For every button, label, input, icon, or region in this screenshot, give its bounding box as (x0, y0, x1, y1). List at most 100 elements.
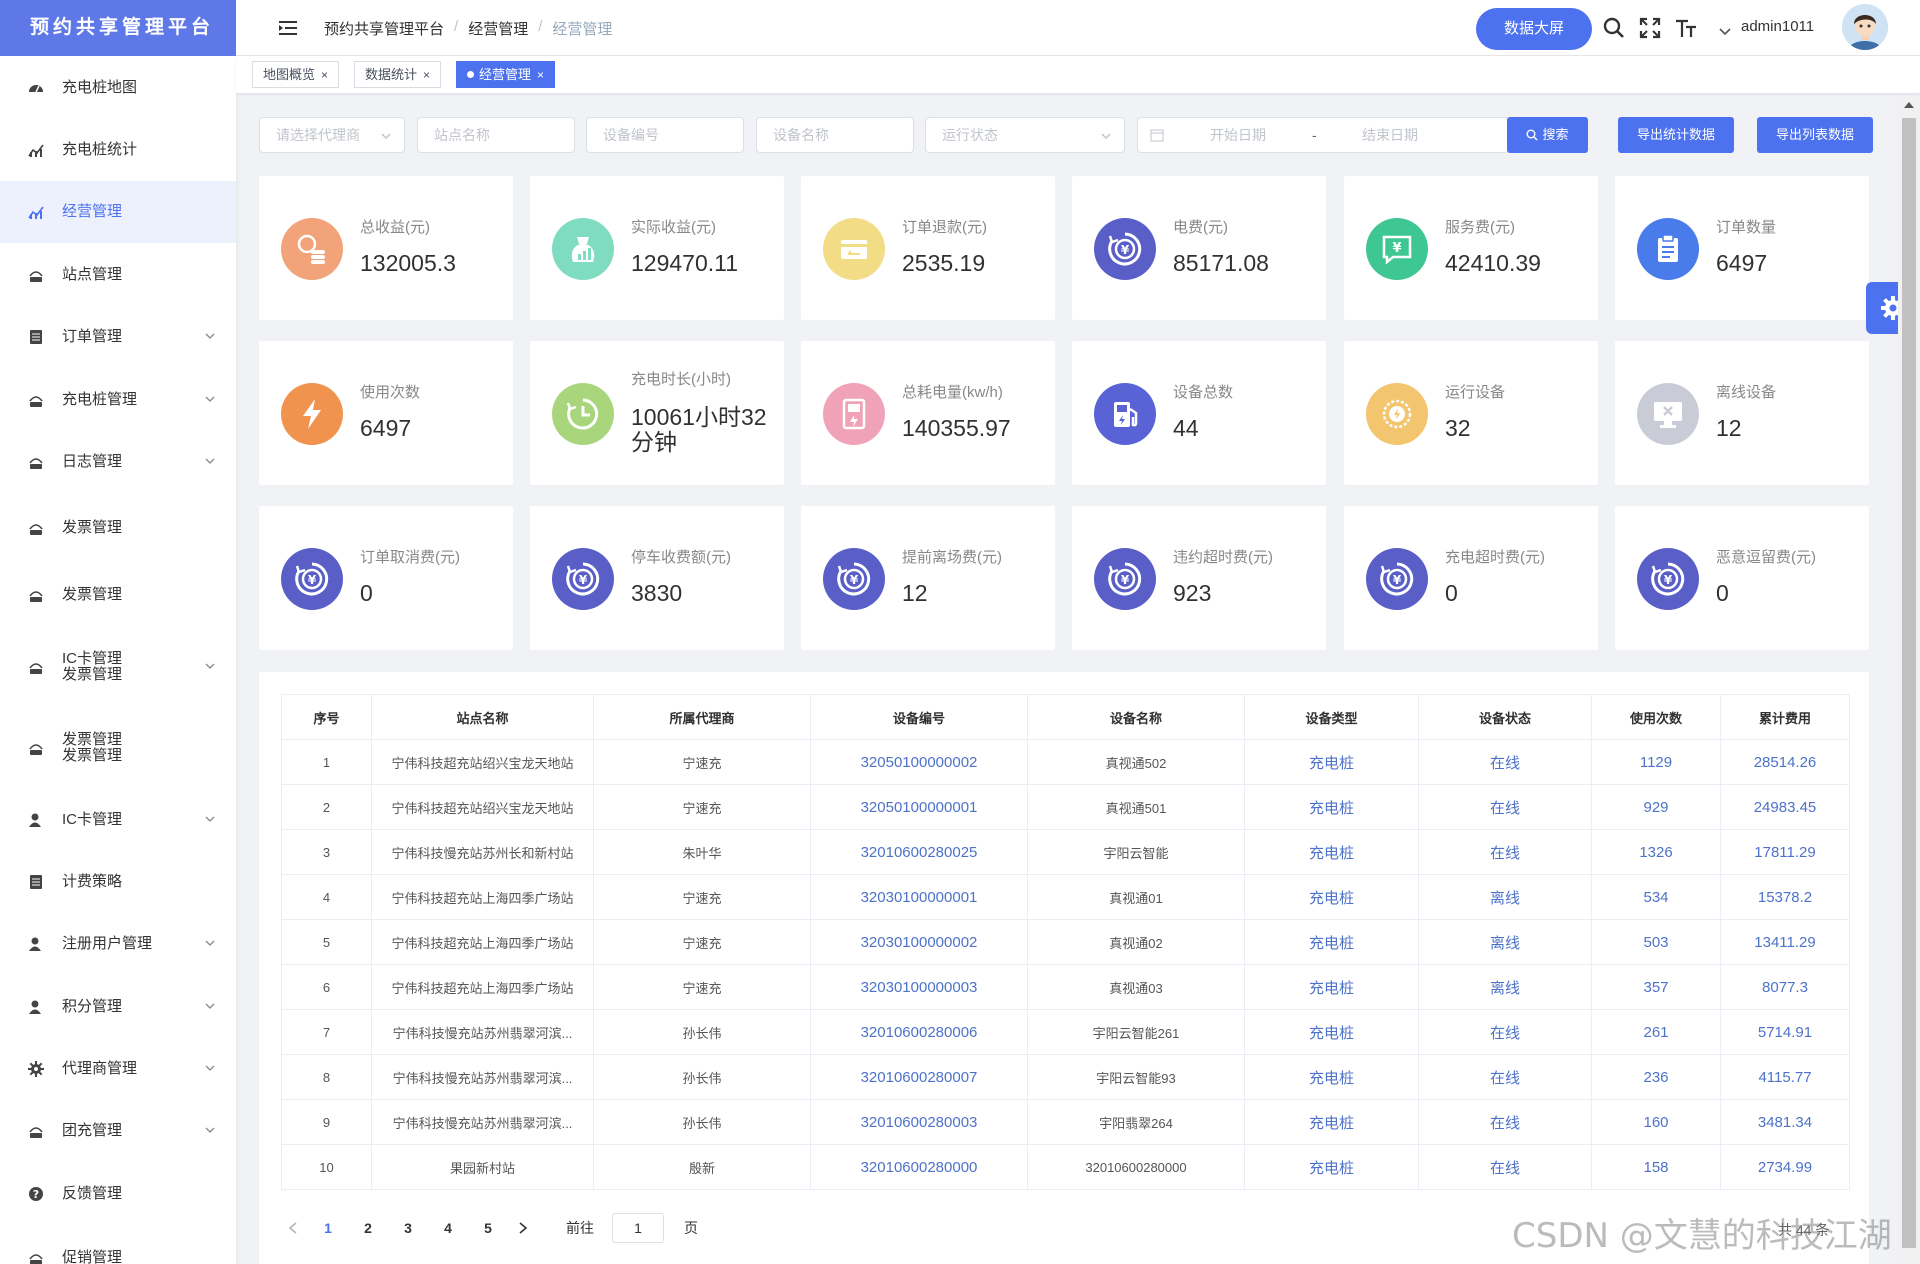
page-3[interactable]: 3 (388, 1220, 428, 1236)
table-cell[interactable]: 32030100000001 (810, 874, 1028, 920)
table-row[interactable]: 9 宁伟科技慢充站苏州翡翠河滨... 孙长伟 32010600280003 宇阳翡翠26… (281, 1099, 1850, 1145)
station-icon (28, 454, 44, 470)
menu-fold-icon[interactable] (278, 18, 298, 38)
breadcrumb-section[interactable]: 经营管理 (468, 18, 528, 39)
yen-coin-icon: ¥ (1366, 548, 1428, 610)
yen-coin-icon: ¥ (281, 548, 343, 610)
close-icon[interactable]: × (321, 68, 328, 82)
table-row[interactable]: 6 宁伟科技超充站上海四季广场站 宁速充 32030100000003 真视通03 充电桩… (281, 964, 1850, 1010)
table-cell: 真视通02 (1027, 919, 1245, 965)
sidebar-item[interactable]: IC卡管理 (0, 789, 236, 851)
avatar[interactable] (1842, 4, 1888, 50)
chevron-down-icon (205, 396, 215, 402)
sidebar-item[interactable]: 站点管理 (0, 244, 236, 306)
table-cell[interactable]: 32030100000002 (810, 919, 1028, 965)
start-date-input[interactable]: 开始日期 (1210, 118, 1266, 152)
search-button[interactable]: 搜索 (1507, 117, 1588, 153)
lightning-icon (281, 383, 343, 445)
page-2[interactable]: 2 (348, 1220, 388, 1236)
chevron-down-icon[interactable] (1718, 20, 1732, 44)
scrollbar-thumb[interactable] (1902, 118, 1916, 1248)
sidebar-item[interactable]: 经营管理 (0, 181, 236, 243)
sidebar-item[interactable]: 发票管理 发票管理 (0, 717, 236, 779)
tab-business-management[interactable]: 经营管理 × (456, 61, 556, 88)
stat-label: 订单退款(元) (902, 219, 987, 236)
table-row[interactable]: 10 果园新村站 殷新 32010600280000 32010600280000 充电桩… (281, 1144, 1850, 1190)
table-cell: 宇阳云智能93 (1027, 1054, 1245, 1100)
end-date-input[interactable]: 结束日期 (1362, 118, 1418, 152)
table-cell: 离线 (1418, 874, 1592, 920)
table-row[interactable]: 5 宁伟科技超充站上海四季广场站 宁速充 32030100000002 真视通02 充电桩… (281, 919, 1850, 965)
sidebar-item[interactable]: 代理商管理 (0, 1038, 236, 1100)
chevron-left-icon[interactable] (280, 1221, 308, 1235)
stat-card: ¥ 电费(元) 85171.08 (1072, 176, 1326, 320)
table-cell[interactable]: 32050100000002 (810, 739, 1028, 785)
sidebar-item[interactable]: 计费策略 (0, 851, 236, 913)
page-scrollbar[interactable] (1898, 96, 1920, 1264)
table-cell[interactable]: 32030100000003 (810, 964, 1028, 1010)
sidebar-item[interactable]: 订单管理 (0, 306, 236, 368)
date-range-picker[interactable]: 开始日期 - 结束日期 (1137, 117, 1509, 153)
table-cell[interactable]: 32010600280003 (810, 1099, 1028, 1145)
stat-value: 129470.11 (631, 250, 739, 276)
breadcrumb-current: 经营管理 (552, 21, 613, 38)
sidebar-item[interactable]: 充电桩地图 (0, 57, 236, 119)
sidebar-item[interactable]: 发票管理 (0, 564, 236, 626)
user-name[interactable]: admin1011 (1741, 18, 1814, 35)
table-row[interactable]: 4 宁伟科技超充站上海四季广场站 宁速充 32030100000001 真视通01 充电桩… (281, 874, 1850, 920)
sidebar-item-label: 发票管理 (62, 519, 123, 536)
stat-card: ¥ 违约超时费(元) 923 (1072, 506, 1326, 650)
chevron-down-icon (1101, 133, 1111, 140)
stat-value: 42410.39 (1445, 250, 1541, 276)
sidebar-item[interactable]: 促销管理 (0, 1227, 236, 1264)
close-icon[interactable]: × (537, 68, 544, 82)
table-cell: 宁速充 (593, 919, 811, 965)
agent-select[interactable]: 请选择代理商 (259, 117, 405, 153)
table-cell[interactable]: 32010600280006 (810, 1009, 1028, 1055)
page-4[interactable]: 4 (428, 1220, 468, 1236)
sidebar-item[interactable]: 积分管理 (0, 976, 236, 1038)
run-status-select[interactable]: 运行状态 (925, 117, 1125, 153)
font-size-icon[interactable] (1674, 16, 1698, 40)
close-icon[interactable]: × (423, 68, 430, 82)
fullscreen-icon[interactable] (1638, 16, 1662, 40)
page-5[interactable]: 5 (468, 1220, 508, 1236)
station-name-input[interactable]: 站点名称 (417, 117, 575, 153)
sidebar-item[interactable]: 团充管理 (0, 1100, 236, 1162)
sidebar-item[interactable]: 充电桩统计 (0, 119, 236, 181)
table-row[interactable]: 3 宁伟科技慢充站苏州长和新村站 朱叶华 32010600280025 宇阳云智能 充电桩… (281, 829, 1850, 875)
svg-text:¥: ¥ (308, 573, 317, 587)
table-row[interactable]: 2 宁伟科技超充站绍兴宝龙天地站 宁速充 32050100000001 真视通501 充电… (281, 784, 1850, 830)
table-row[interactable]: 8 宁伟科技慢充站苏州翡翠河滨... 孙长伟 32010600280007 宇阳云智能9… (281, 1054, 1850, 1100)
sidebar-item[interactable]: 发票管理 (0, 497, 236, 559)
scroll-up-arrow[interactable] (1904, 102, 1914, 108)
breadcrumb-home[interactable]: 预约共享管理平台 (324, 18, 444, 39)
table-cell[interactable]: 32050100000001 (810, 784, 1028, 830)
table-cell[interactable]: 32010600280007 (810, 1054, 1028, 1100)
table-row[interactable]: 7 宁伟科技慢充站苏州翡翠河滨... 孙长伟 32010600280006 宇阳云智能2… (281, 1009, 1850, 1055)
search-icon[interactable] (1602, 16, 1626, 40)
tab-map-overview[interactable]: 地图概览 × (252, 61, 340, 88)
data-screen-button[interactable]: 数据大屏 (1476, 8, 1592, 50)
table-row[interactable]: 1 宁伟科技超充站绍兴宝龙天地站 宁速充 32050100000002 真视通502 充电… (281, 739, 1850, 785)
stat-card: ¥ 充电超时费(元) 0 (1344, 506, 1598, 650)
table-cell[interactable]: 32010600280025 (810, 829, 1028, 875)
sidebar-item[interactable]: ? 反馈管理 (0, 1163, 236, 1225)
table-cell[interactable]: 32010600280000 (810, 1144, 1028, 1190)
stat-label: 使用次数 (360, 384, 421, 401)
sidebar-item[interactable]: 注册用户管理 (0, 913, 236, 975)
chevron-right-icon[interactable] (508, 1221, 536, 1235)
export-stats-button[interactable]: 导出统计数据 (1618, 117, 1734, 153)
goto-page-input[interactable]: 1 (612, 1213, 664, 1243)
device-name-input[interactable]: 设备名称 (756, 117, 914, 153)
export-list-button[interactable]: 导出列表数据 (1757, 117, 1873, 153)
chevron-down-icon (205, 1003, 215, 1009)
stat-card: 订单数量 6497 (1615, 176, 1869, 320)
device-number-input[interactable]: 设备编号 (586, 117, 744, 153)
sidebar-item[interactable]: 日志管理 (0, 431, 236, 493)
sidebar-item[interactable]: 充电桩管理 (0, 369, 236, 431)
sidebar-item[interactable]: IC卡管理 发票管理 (0, 636, 236, 698)
page-1[interactable]: 1 (308, 1220, 348, 1236)
stat-card: ¥ 订单取消费(元) 0 (259, 506, 513, 650)
tab-data-statistics[interactable]: 数据统计 × (354, 61, 442, 88)
